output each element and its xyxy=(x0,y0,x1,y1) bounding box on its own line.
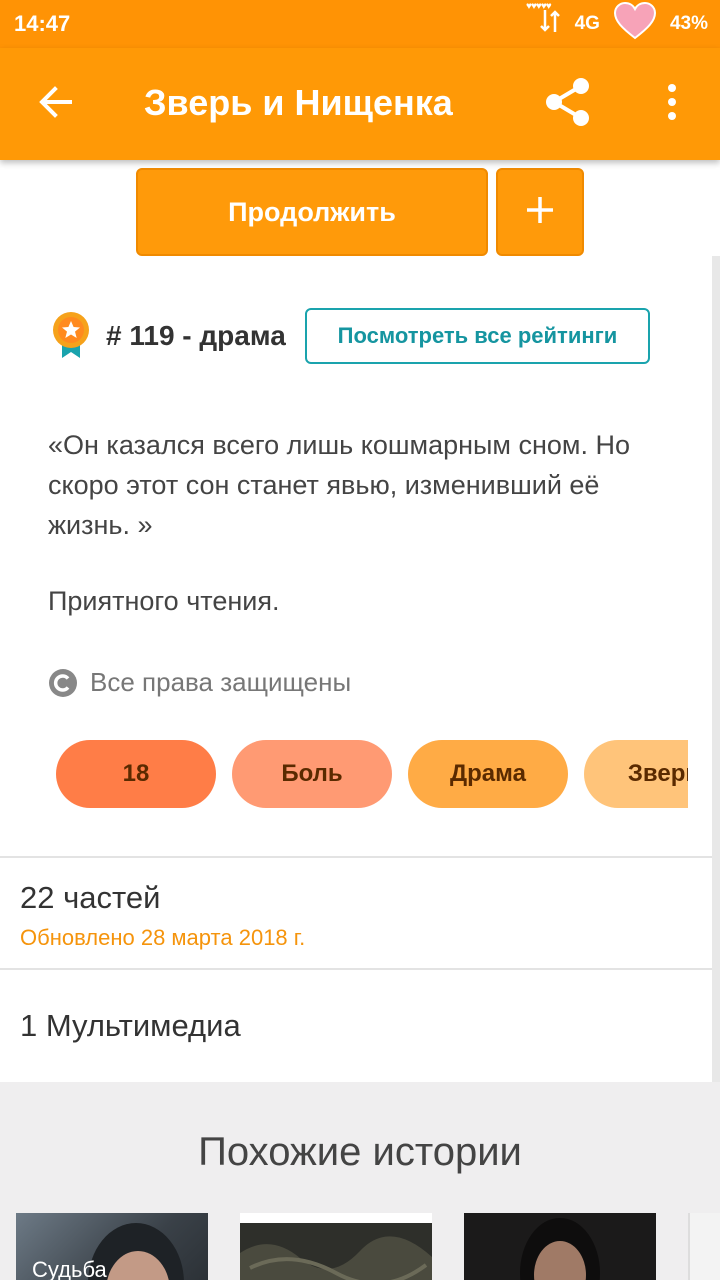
tag-chip[interactable]: 18 xyxy=(56,740,216,808)
similar-stories-section: Похожие истории Судьба xyxy=(0,1082,720,1280)
similar-stories-title: Похожие истории xyxy=(198,1130,522,1174)
status-bar: 14:47 ♥♥♥♥♥ 4G 43% xyxy=(0,0,720,48)
status-time: 14:47 xyxy=(14,11,71,36)
data-transfer-icon xyxy=(539,8,561,40)
divider xyxy=(0,856,720,858)
story-greeting: Приятного чтения. xyxy=(48,586,280,616)
tag-chip[interactable]: Драма xyxy=(408,740,568,808)
status-icons: 4G 43% xyxy=(539,1,708,42)
story-cover[interactable] xyxy=(464,1213,656,1280)
copyright-label: Все права защищены xyxy=(90,667,352,697)
cover-title: Судьба xyxy=(32,1257,107,1280)
multimedia-count[interactable]: 1 Мультимедиа xyxy=(20,1008,241,1044)
tag-chip[interactable]: Боль xyxy=(232,740,392,808)
continue-reading-button[interactable]: Продолжить xyxy=(136,168,488,256)
divider xyxy=(0,968,720,970)
more-vertical-icon xyxy=(667,83,677,125)
add-to-library-button[interactable] xyxy=(496,168,584,256)
share-icon xyxy=(543,77,593,132)
copyright-icon xyxy=(48,668,78,698)
award-badge-icon xyxy=(50,310,92,360)
app-bar: Зверь и Нищенка xyxy=(0,48,720,160)
tag-chip[interactable]: Зверь xyxy=(584,740,688,808)
scrollbar[interactable] xyxy=(712,256,720,1184)
view-all-ratings-button[interactable]: Посмотреть все рейтинги xyxy=(305,308,650,364)
battery-heart-icon xyxy=(613,1,656,46)
story-cover[interactable]: Судьба xyxy=(16,1213,208,1280)
arrow-left-icon xyxy=(38,84,74,125)
share-button[interactable] xyxy=(538,76,598,132)
network-type: 4G xyxy=(574,13,600,34)
more-options-button[interactable] xyxy=(650,76,694,132)
story-title: Зверь и Нищенка xyxy=(144,82,453,123)
story-cover[interactable] xyxy=(240,1213,432,1280)
rank-label: # 119 - драма xyxy=(106,320,286,351)
parts-count[interactable]: 22 частей xyxy=(20,880,160,916)
plus-icon xyxy=(525,195,555,230)
story-description: «Он казался всего лишь кошмарным сном. Н… xyxy=(48,430,630,540)
story-cover[interactable] xyxy=(688,1213,720,1280)
back-button[interactable] xyxy=(30,78,82,130)
last-updated: Обновлено 28 марта 2018 г. xyxy=(20,925,306,950)
battery-level: 43% xyxy=(669,13,708,34)
tags-list: 18 Боль Драма Зверь xyxy=(56,740,688,808)
